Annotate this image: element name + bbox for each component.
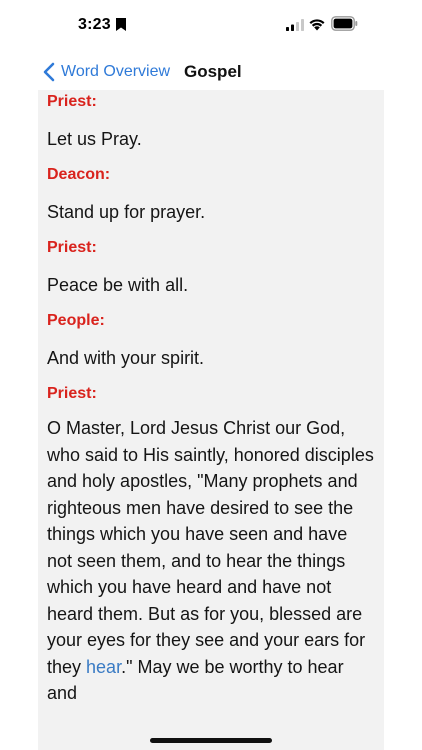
speaker-label: Priest: (47, 239, 97, 256)
prayer-paragraph: O Master, Lord Jesus Christ our God, who… (38, 415, 384, 707)
prayer-text: O Master, Lord Jesus Christ our God, who… (47, 418, 374, 677)
speaker-label: Deacon: (47, 166, 111, 183)
back-button-label: Word Overview (61, 63, 171, 80)
page-title: Gospel (184, 62, 242, 81)
status-bar: 3:23 (0, 0, 422, 52)
speaker-label: Priest: (47, 93, 97, 110)
gospel-text-content[interactable]: Priest: Let us Pray. Deacon: Stand up fo… (38, 90, 384, 750)
battery-icon (331, 16, 358, 31)
status-time: 3:23 (78, 16, 111, 33)
liturgy-line: Stand up for prayer. (47, 202, 206, 222)
speaker-label: Priest: (47, 385, 97, 402)
phone-screen: 3:23 Word Overview Gospel Priest: Let us… (0, 0, 422, 750)
signal-icon (286, 19, 304, 31)
back-button[interactable]: Word Overview (42, 60, 170, 84)
highlighted-word-link[interactable]: hear (86, 657, 121, 677)
chevron-left-icon (43, 62, 55, 82)
home-indicator[interactable] (150, 738, 272, 743)
liturgy-line: Peace be with all. (47, 275, 189, 295)
liturgy-line: And with your spirit. (47, 348, 205, 368)
bookmark-icon (116, 18, 126, 31)
liturgy-line: Let us Pray. (47, 129, 142, 149)
navigation-bar: Word Overview Gospel (0, 52, 422, 90)
speaker-label: People: (47, 312, 105, 329)
wifi-icon (309, 19, 325, 31)
